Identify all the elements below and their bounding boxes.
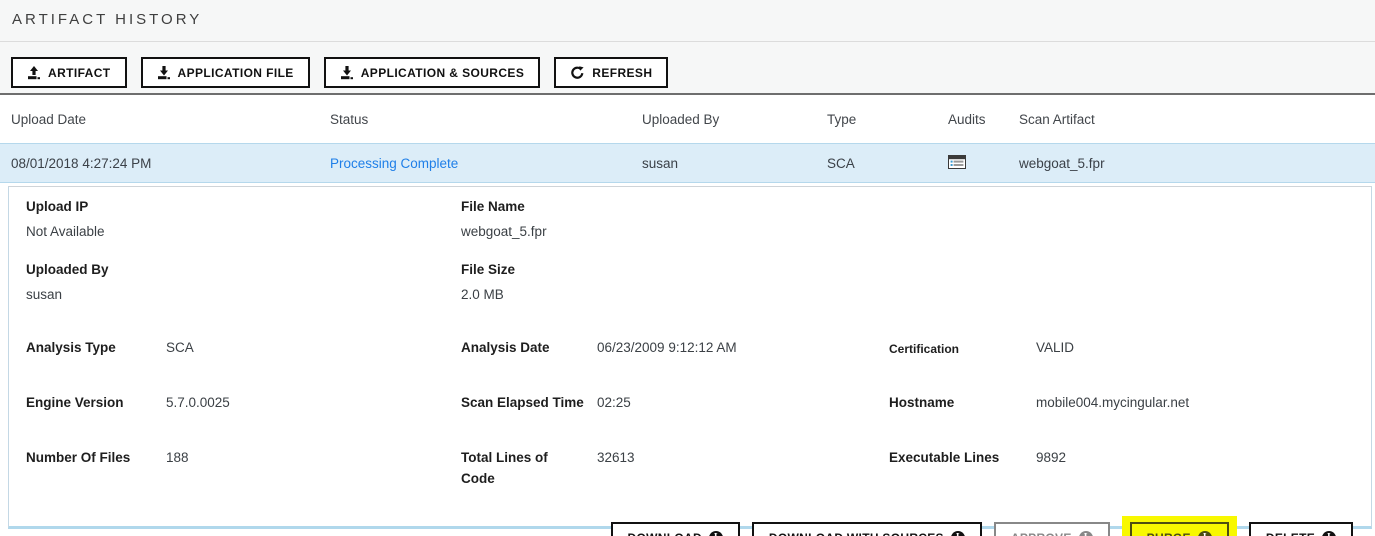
info-icon: i bbox=[1322, 531, 1336, 536]
cell-type: SCA bbox=[827, 156, 935, 171]
download-icon bbox=[340, 66, 354, 80]
col-header-status: Status bbox=[330, 112, 642, 127]
field-label: Upload IP bbox=[26, 199, 461, 214]
field-file-size: File Size 2.0 MB bbox=[461, 262, 1353, 302]
field-certification: Certification VALID bbox=[889, 338, 1353, 359]
field-value: 188 bbox=[166, 448, 189, 469]
header-strip: ARTIFACT HISTORY ARTIFACT APPLICATION FI… bbox=[0, 0, 1375, 95]
button-label: DOWNLOAD WITH SOURCES bbox=[769, 531, 944, 536]
detail-grid-fields: Analysis Type SCA Analysis Date 06/23/20… bbox=[26, 338, 1353, 490]
field-value: webgoat_5.fpr bbox=[461, 224, 1353, 239]
info-icon: i bbox=[1079, 531, 1093, 536]
field-value: mobile004.mycingular.net bbox=[1036, 393, 1189, 414]
artifact-table: Upload Date Status Uploaded By Type Audi… bbox=[0, 95, 1375, 183]
button-label: DOWNLOAD bbox=[628, 531, 702, 536]
field-label: Analysis Date bbox=[461, 338, 597, 359]
button-label: DELETE bbox=[1266, 531, 1315, 536]
approve-button[interactable]: APPROVE i bbox=[994, 522, 1110, 536]
purge-highlight: PURGE i bbox=[1122, 516, 1237, 536]
field-value: 9892 bbox=[1036, 448, 1066, 469]
application-and-sources-download-button[interactable]: APPLICATION & SOURCES bbox=[324, 57, 541, 88]
download-icon bbox=[157, 66, 171, 80]
field-analysis-type: Analysis Type SCA bbox=[26, 338, 461, 359]
field-label: Hostname bbox=[889, 393, 1036, 414]
artifact-table-row-selected[interactable]: 08/01/2018 4:27:24 PM Processing Complet… bbox=[0, 143, 1375, 183]
field-engine-version: Engine Version 5.7.0.0025 bbox=[26, 393, 461, 414]
field-label: Executable Lines bbox=[889, 448, 1036, 469]
field-value: 5.7.0.0025 bbox=[166, 393, 230, 414]
purge-button[interactable]: PURGE i bbox=[1130, 522, 1229, 536]
upload-icon bbox=[27, 66, 41, 80]
artifact-upload-button[interactable]: ARTIFACT bbox=[11, 57, 127, 88]
field-label: Total Lines of Code bbox=[461, 448, 597, 490]
delete-button[interactable]: DELETE i bbox=[1249, 522, 1353, 536]
cell-upload-date: 08/01/2018 4:27:24 PM bbox=[0, 156, 330, 171]
field-label: File Size bbox=[461, 262, 1353, 277]
info-icon: i bbox=[951, 531, 965, 536]
field-hostname: Hostname mobile004.mycingular.net bbox=[889, 393, 1353, 414]
col-header-uploaded-by: Uploaded By bbox=[642, 112, 827, 127]
cell-scan-artifact: webgoat_5.fpr bbox=[1019, 156, 1375, 171]
button-label: APPLICATION & SOURCES bbox=[361, 66, 525, 80]
field-label: Scan Elapsed Time bbox=[461, 393, 597, 414]
col-header-upload-date: Upload Date bbox=[0, 112, 330, 127]
info-icon: i bbox=[709, 531, 723, 536]
artifact-action-bar: DOWNLOAD i DOWNLOAD WITH SOURCES i APPRO… bbox=[26, 516, 1353, 536]
field-value: VALID bbox=[1036, 338, 1074, 359]
field-file-name: File Name webgoat_5.fpr bbox=[461, 199, 1353, 239]
field-value: susan bbox=[26, 287, 461, 302]
field-label: Uploaded By bbox=[26, 262, 461, 277]
toolbar: ARTIFACT APPLICATION FILE APPLICATION & … bbox=[0, 42, 1375, 88]
field-analysis-date: Analysis Date 06/23/2009 9:12:12 AM bbox=[461, 338, 889, 359]
field-value: 32613 bbox=[597, 448, 635, 469]
field-value: 06/23/2009 9:12:12 AM bbox=[597, 338, 737, 359]
table-header-row: Upload Date Status Uploaded By Type Audi… bbox=[0, 95, 1375, 143]
field-value: Not Available bbox=[26, 224, 461, 239]
cell-status: Processing Complete bbox=[330, 156, 642, 171]
status-link[interactable]: Processing Complete bbox=[330, 156, 458, 171]
button-label: APPROVE bbox=[1011, 531, 1072, 536]
refresh-icon bbox=[570, 66, 585, 80]
field-upload-ip: Upload IP Not Available bbox=[26, 199, 461, 239]
application-file-download-button[interactable]: APPLICATION FILE bbox=[141, 57, 310, 88]
field-value: SCA bbox=[166, 338, 194, 359]
artifact-detail-panel: Upload IP Not Available File Name webgoa… bbox=[8, 186, 1372, 529]
refresh-button[interactable]: REFRESH bbox=[554, 57, 668, 88]
download-button[interactable]: DOWNLOAD i bbox=[611, 522, 740, 536]
field-uploaded-by: Uploaded By susan bbox=[26, 262, 461, 302]
cell-uploaded-by: susan bbox=[642, 156, 827, 171]
field-number-of-files: Number Of Files 188 bbox=[26, 448, 461, 490]
cell-audits bbox=[935, 155, 1019, 172]
download-with-sources-button[interactable]: DOWNLOAD WITH SOURCES i bbox=[752, 522, 982, 536]
col-header-scan-artifact: Scan Artifact bbox=[1019, 112, 1375, 127]
field-label: Engine Version bbox=[26, 393, 166, 414]
field-label: Certification bbox=[889, 338, 1036, 359]
field-label: Analysis Type bbox=[26, 338, 166, 359]
button-label: REFRESH bbox=[592, 66, 652, 80]
button-label: ARTIFACT bbox=[48, 66, 111, 80]
page-title: ARTIFACT HISTORY bbox=[0, 0, 1375, 28]
field-label: File Name bbox=[461, 199, 1353, 214]
info-icon: i bbox=[1198, 531, 1212, 536]
button-label: PURGE bbox=[1147, 531, 1191, 536]
col-header-type: Type bbox=[827, 112, 935, 127]
col-header-audits: Audits bbox=[935, 112, 1019, 127]
button-label: APPLICATION FILE bbox=[178, 66, 294, 80]
field-scan-elapsed-time: Scan Elapsed Time 02:25 bbox=[461, 393, 889, 414]
detail-top-fields: Upload IP Not Available File Name webgoa… bbox=[26, 199, 1353, 302]
field-value: 02:25 bbox=[597, 393, 631, 414]
field-label: Number Of Files bbox=[26, 448, 166, 469]
field-total-lines-of-code: Total Lines of Code 32613 bbox=[461, 448, 889, 490]
audit-report-icon[interactable] bbox=[948, 155, 966, 169]
field-executable-lines: Executable Lines 9892 bbox=[889, 448, 1353, 490]
field-value: 2.0 MB bbox=[461, 287, 1353, 302]
